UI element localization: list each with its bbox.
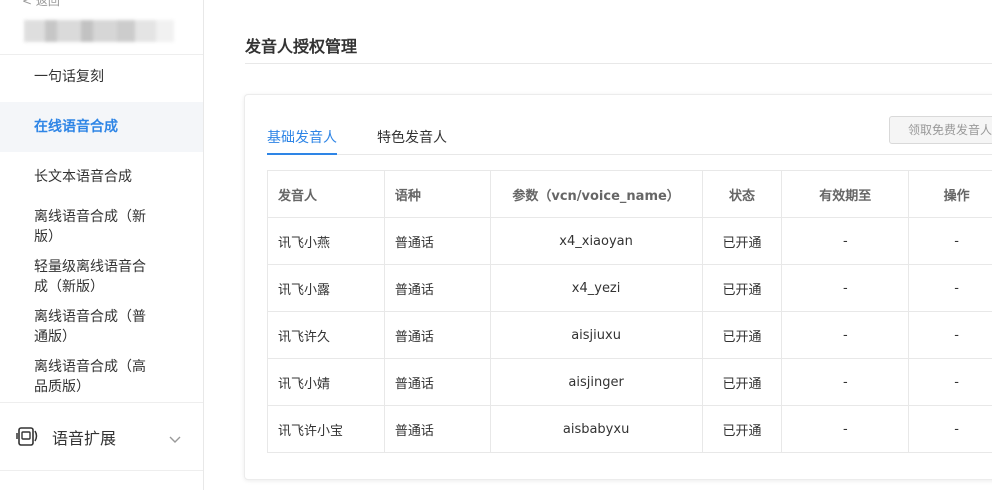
voice-extension-icon [16, 426, 38, 446]
expiry-cell: - [781, 311, 910, 359]
vcn-cell: aisjinger [489, 358, 703, 406]
vcn-cell: aisbabyxu [489, 405, 703, 453]
tab-bar-divider [267, 154, 992, 155]
sidebar-item-online-tts[interactable]: 在线语音合成 [0, 102, 203, 152]
divider [0, 470, 203, 471]
page-title: 发音人授权管理 [245, 37, 358, 56]
column-header: 语种 [383, 170, 491, 218]
tab-basic-speakers[interactable]: 基础发音人 [267, 127, 337, 147]
sidebar-item-offline-tts-standard[interactable]: 离线语音合成（普通版） [0, 307, 203, 347]
action-cell: - [908, 358, 992, 406]
vcn-cell: x4_yezi [489, 264, 703, 312]
status-cell: 已开通 [701, 405, 783, 453]
action-cell: - [908, 264, 992, 312]
language-cell: 普通话 [383, 217, 491, 265]
action-cell: - [908, 311, 992, 359]
action-cell: - [908, 405, 992, 453]
status-cell: 已开通 [701, 311, 783, 359]
sidebar-item-long-text-tts[interactable]: 长文本语音合成 [0, 167, 203, 187]
table-row: 讯飞许久 普通话 aisjiuxu 已开通 - - [267, 311, 992, 359]
table-row: 讯飞许小宝 普通话 aisbabyxu 已开通 - - [267, 405, 992, 453]
language-cell: 普通话 [383, 358, 491, 406]
table-header-row: 发音人 语种 参数（vcn/voice_name） 状态 有效期至 操作 [267, 170, 992, 218]
sidebar-item-one-sentence-clone[interactable]: 一句话复刻 [0, 67, 203, 87]
tab-featured-speakers[interactable]: 特色发音人 [377, 127, 447, 147]
sidebar-item-light-offline-tts-new[interactable]: 轻量级离线语音合成（新版） [0, 257, 203, 297]
expiry-cell: - [781, 217, 910, 265]
column-header: 发音人 [267, 170, 385, 218]
column-header: 操作 [908, 170, 992, 218]
expiry-cell: - [781, 264, 910, 312]
status-cell: 已开通 [701, 217, 783, 265]
app-name-redacted [24, 20, 174, 42]
speaker-name-cell: 讯飞小燕 [267, 217, 385, 265]
column-header: 状态 [701, 170, 783, 218]
speaker-table: 发音人 语种 参数（vcn/voice_name） 状态 有效期至 操作 讯飞小… [267, 170, 992, 453]
sidebar: < 返回 一句话复刻 在线语音合成 长文本语音合成 离线语音合成（新版） 轻量级… [0, 0, 204, 490]
speaker-card: 基础发音人 特色发音人 领取免费发音人 发音人 语种 参数（vcn/voice_… [244, 94, 992, 480]
speaker-name-cell: 讯飞许小宝 [267, 405, 385, 453]
divider [245, 63, 992, 64]
active-tab-indicator [267, 153, 337, 155]
claim-free-speaker-button[interactable]: 领取免费发音人 [889, 116, 992, 144]
speaker-name-cell: 讯飞小婧 [267, 358, 385, 406]
column-header: 参数（vcn/voice_name） [489, 170, 703, 218]
table-row: 讯飞小婧 普通话 aisjinger 已开通 - - [267, 358, 992, 406]
expiry-cell: - [781, 405, 910, 453]
sidebar-group-voice-extension[interactable]: 语音扩展 [0, 403, 203, 469]
table-row: 讯飞小露 普通话 x4_yezi 已开通 - - [267, 264, 992, 312]
status-cell: 已开通 [701, 358, 783, 406]
sidebar-item-offline-tts-new[interactable]: 离线语音合成（新版） [0, 207, 203, 247]
speaker-name-cell: 讯飞许久 [267, 311, 385, 359]
action-cell: - [908, 217, 992, 265]
column-header: 有效期至 [781, 170, 910, 218]
table-row: 讯飞小燕 普通话 x4_xiaoyan 已开通 - - [267, 217, 992, 265]
speaker-name-cell: 讯飞小露 [267, 264, 385, 312]
vcn-cell: aisjiuxu [489, 311, 703, 359]
expiry-cell: - [781, 358, 910, 406]
status-cell: 已开通 [701, 264, 783, 312]
vcn-cell: x4_xiaoyan [489, 217, 703, 265]
divider [0, 54, 203, 55]
chevron-down-icon [168, 430, 182, 443]
language-cell: 普通话 [383, 311, 491, 359]
sidebar-item-offline-tts-hq[interactable]: 离线语音合成（高品质版） [0, 357, 203, 397]
language-cell: 普通话 [383, 405, 491, 453]
sidebar-group-label: 语音扩展 [52, 429, 117, 448]
back-link[interactable]: < 返回 [22, 0, 60, 9]
language-cell: 普通话 [383, 264, 491, 312]
